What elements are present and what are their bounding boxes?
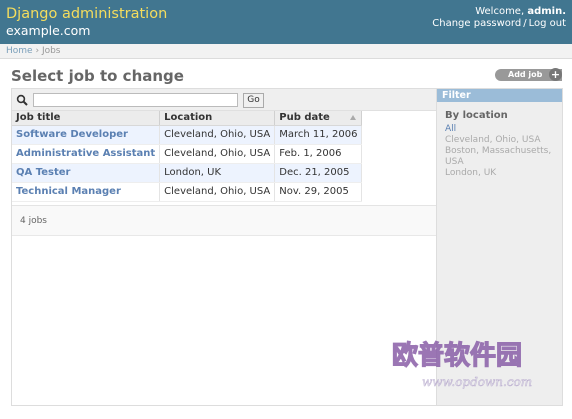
username: admin. (527, 6, 566, 17)
column-header-label: Pub date (279, 112, 330, 123)
site-subtitle: example.com (6, 23, 91, 38)
breadcrumb-separator: › (35, 46, 40, 56)
table-row: Administrative Assistant Cleveland, Ohio… (12, 144, 363, 164)
add-job-button[interactable]: Add job + (495, 68, 562, 81)
breadcrumb: Home › Jobs (0, 44, 572, 59)
logout-link[interactable]: Log out (529, 18, 566, 29)
page-title: Select job to change (11, 67, 184, 85)
job-title-link[interactable]: QA Tester (16, 167, 70, 178)
breadcrumb-current: Jobs (41, 46, 61, 56)
welcome-text: Welcome, (475, 6, 525, 17)
filter-group-title: By location (445, 110, 508, 121)
job-title-link[interactable]: Software Developer (16, 129, 128, 140)
breadcrumb-home-link[interactable]: Home (6, 46, 33, 56)
column-header-location[interactable]: Location (159, 111, 276, 126)
job-title-cell: Technical Manager (12, 182, 161, 202)
pub-date-cell: March 11, 2006 (274, 125, 363, 145)
watermark-logo: 欧普软件园 www.opdown.com (391, 339, 532, 389)
location-cell: Cleveland, Ohio, USA (159, 125, 276, 145)
branding: Django administration example.com (6, 5, 167, 38)
job-title-cell: Software Developer (12, 125, 161, 145)
user-tools-separator: / (523, 18, 527, 29)
location-cell: Cleveland, Ohio, USA (159, 182, 276, 202)
watermark-url: www.opdown.com (422, 375, 532, 389)
filter-options: All Cleveland, Ohio, USA Boston, Massach… (445, 124, 554, 179)
column-header-job-title[interactable]: Job title (12, 111, 161, 126)
column-header-pub-date[interactable]: Pub date (274, 111, 363, 126)
table-row: Software Developer Cleveland, Ohio, USA … (12, 125, 363, 145)
result-table: Job title Location Pub date Software Dev… (12, 111, 363, 202)
filter-option-london[interactable]: London, UK (445, 168, 554, 179)
table-header-row: Job title Location Pub date (12, 111, 363, 126)
filter-option-cleveland[interactable]: Cleveland, Ohio, USA (445, 135, 554, 146)
sort-ascending-icon[interactable] (350, 115, 357, 120)
filter-option-boston[interactable]: Boston, Massachusetts, USA (445, 146, 554, 168)
location-cell: Cleveland, Ohio, USA (159, 144, 276, 164)
table-row: QA Tester London, UK Dec. 21, 2005 (12, 163, 363, 183)
watermark-text-cn: 欧普软件园 (392, 340, 522, 371)
job-title-cell: QA Tester (12, 163, 161, 183)
filter-title: Filter (437, 89, 562, 102)
job-title-cell: Administrative Assistant (12, 144, 161, 164)
column-header-label: Job title (16, 112, 61, 123)
plus-icon: + (549, 68, 562, 81)
job-title-link[interactable]: Administrative Assistant (16, 148, 155, 159)
paginator: 4 jobs (12, 205, 436, 236)
column-header-label: Location (164, 112, 213, 123)
location-cell: London, UK (159, 163, 276, 183)
search-icon (16, 94, 28, 106)
change-password-link[interactable]: Change password (432, 18, 521, 29)
filter-option-all[interactable]: All (445, 124, 554, 135)
header-bar: Django administration example.com Welcom… (0, 0, 572, 44)
pub-date-cell: Nov. 29, 2005 (274, 182, 363, 202)
table-row: Technical Manager Cleveland, Ohio, USA N… (12, 182, 363, 202)
search-toolbar: Go (12, 89, 436, 111)
site-title: Django administration (6, 6, 168, 22)
add-job-label: Add job (508, 70, 543, 79)
search-input[interactable] (33, 93, 238, 107)
user-tools: Welcome, admin. Change password / Log out (432, 6, 566, 30)
pub-date-cell: Dec. 21, 2005 (274, 163, 363, 183)
pub-date-cell: Feb. 1, 2006 (274, 144, 363, 164)
job-title-link[interactable]: Technical Manager (16, 186, 121, 197)
search-go-button[interactable]: Go (243, 93, 264, 108)
